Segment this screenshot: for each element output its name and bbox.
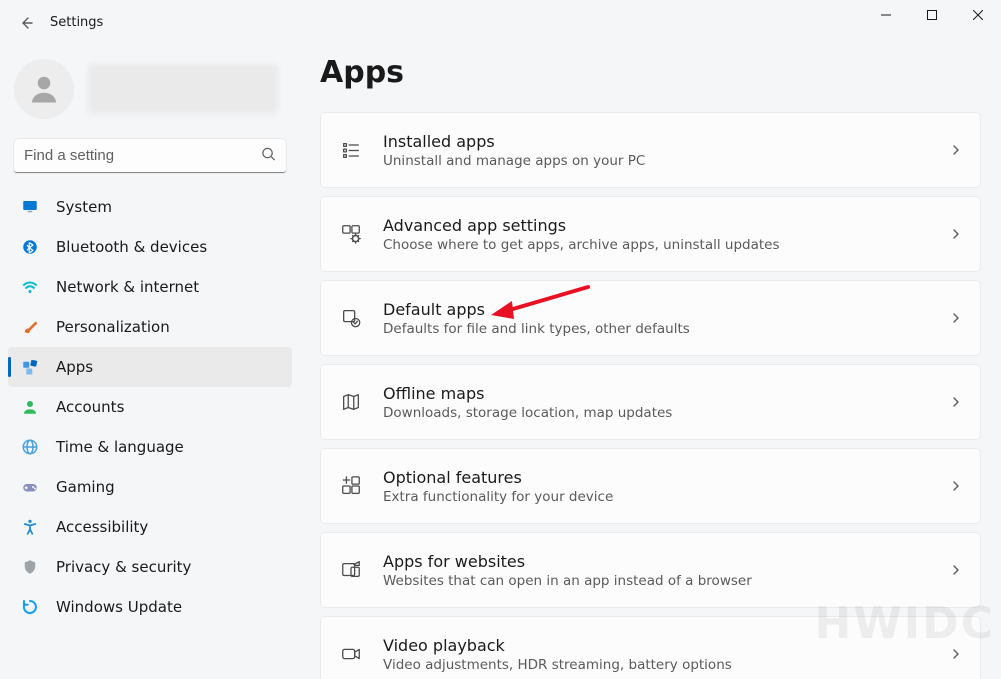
card-text: Video playback Video adjustments, HDR st… xyxy=(383,636,930,673)
sidebar: System Bluetooth & devices Network & int… xyxy=(0,45,300,679)
monitor-icon xyxy=(20,197,40,217)
card-title: Default apps xyxy=(383,300,930,319)
sidebar-item-gaming[interactable]: Gaming xyxy=(8,467,292,507)
card-title: Optional features xyxy=(383,468,930,487)
card-optional-features[interactable]: Optional features Extra functionality fo… xyxy=(320,448,981,524)
card-subtitle: Extra functionality for your device xyxy=(383,489,930,505)
chevron-right-icon xyxy=(950,561,962,580)
window-title: Settings xyxy=(50,15,103,30)
list-icon xyxy=(339,138,363,162)
back-arrow-icon xyxy=(18,15,34,31)
card-text: Optional features Extra functionality fo… xyxy=(383,468,930,505)
brush-icon xyxy=(20,317,40,337)
sidebar-item-label: Personalization xyxy=(56,318,170,336)
sidebar-item-label: Bluetooth & devices xyxy=(56,238,207,256)
back-button[interactable] xyxy=(10,7,42,39)
video-icon xyxy=(339,642,363,666)
app-web-icon xyxy=(339,558,363,582)
maximize-button[interactable] xyxy=(909,0,955,30)
sidebar-item-label: Apps xyxy=(56,358,93,376)
card-title: Offline maps xyxy=(383,384,930,403)
default-apps-icon xyxy=(339,306,363,330)
profile-block[interactable] xyxy=(8,53,292,139)
chevron-right-icon xyxy=(950,141,962,160)
card-title: Apps for websites xyxy=(383,552,930,571)
card-subtitle: Downloads, storage location, map updates xyxy=(383,405,930,421)
window-controls xyxy=(863,0,1001,30)
close-icon xyxy=(973,10,983,20)
chevron-right-icon xyxy=(950,393,962,412)
close-button[interactable] xyxy=(955,0,1001,30)
sidebar-item-time-language[interactable]: Time & language xyxy=(8,427,292,467)
plus-grid-icon xyxy=(339,474,363,498)
sidebar-item-apps[interactable]: Apps xyxy=(8,347,292,387)
sidebar-item-network-internet[interactable]: Network & internet xyxy=(8,267,292,307)
sidebar-item-bluetooth-devices[interactable]: Bluetooth & devices xyxy=(8,227,292,267)
minimize-icon xyxy=(881,10,891,20)
apps-icon xyxy=(20,357,40,377)
sidebar-item-accessibility[interactable]: Accessibility xyxy=(8,507,292,547)
maximize-icon xyxy=(927,10,937,20)
minimize-button[interactable] xyxy=(863,0,909,30)
chevron-right-icon xyxy=(950,225,962,244)
gamepad-icon xyxy=(20,477,40,497)
card-title: Installed apps xyxy=(383,132,930,151)
accessibility-icon xyxy=(20,517,40,537)
sidebar-item-accounts[interactable]: Accounts xyxy=(8,387,292,427)
bluetooth-icon xyxy=(20,237,40,257)
update-icon xyxy=(20,597,40,617)
profile-text-redacted xyxy=(88,64,278,114)
card-subtitle: Video adjustments, HDR streaming, batter… xyxy=(383,657,930,673)
search-icon xyxy=(261,147,276,166)
sidebar-item-label: Network & internet xyxy=(56,278,199,296)
card-offline-maps[interactable]: Offline maps Downloads, storage location… xyxy=(320,364,981,440)
card-subtitle: Websites that can open in an app instead… xyxy=(383,573,930,589)
chevron-right-icon xyxy=(950,477,962,496)
sidebar-item-label: System xyxy=(56,198,112,216)
card-title: Advanced app settings xyxy=(383,216,930,235)
avatar-placeholder-icon xyxy=(26,71,62,107)
globe-icon xyxy=(20,437,40,457)
card-title: Video playback xyxy=(383,636,930,655)
card-subtitle: Uninstall and manage apps on your PC xyxy=(383,153,930,169)
sidebar-item-system[interactable]: System xyxy=(8,187,292,227)
sidebar-item-label: Gaming xyxy=(56,478,115,496)
titlebar: Settings xyxy=(0,0,1001,45)
person-icon xyxy=(20,397,40,417)
sidebar-item-label: Accounts xyxy=(56,398,124,416)
card-installed-apps[interactable]: Installed apps Uninstall and manage apps… xyxy=(320,112,981,188)
shield-icon xyxy=(20,557,40,577)
settings-cards: Installed apps Uninstall and manage apps… xyxy=(320,112,981,679)
sidebar-item-label: Accessibility xyxy=(56,518,148,536)
nav-list: System Bluetooth & devices Network & int… xyxy=(8,187,292,627)
main-content: Apps Installed apps Uninstall and manage… xyxy=(300,45,1001,679)
sidebar-item-label: Windows Update xyxy=(56,598,182,616)
sidebar-item-label: Privacy & security xyxy=(56,558,191,576)
search-input[interactable] xyxy=(14,139,286,173)
card-text: Default apps Defaults for file and link … xyxy=(383,300,930,337)
card-text: Offline maps Downloads, storage location… xyxy=(383,384,930,421)
card-text: Apps for websites Websites that can open… xyxy=(383,552,930,589)
map-icon xyxy=(339,390,363,414)
page-title: Apps xyxy=(320,55,981,90)
card-text: Advanced app settings Choose where to ge… xyxy=(383,216,930,253)
avatar xyxy=(14,59,74,119)
chevron-right-icon xyxy=(950,645,962,664)
search-wrapper xyxy=(14,139,286,173)
card-apps-for-websites[interactable]: Apps for websites Websites that can open… xyxy=(320,532,981,608)
card-text: Installed apps Uninstall and manage apps… xyxy=(383,132,930,169)
sidebar-item-windows-update[interactable]: Windows Update xyxy=(8,587,292,627)
card-advanced-app-settings[interactable]: Advanced app settings Choose where to ge… xyxy=(320,196,981,272)
sidebar-item-personalization[interactable]: Personalization xyxy=(8,307,292,347)
card-subtitle: Choose where to get apps, archive apps, … xyxy=(383,237,930,253)
card-video-playback[interactable]: Video playback Video adjustments, HDR st… xyxy=(320,616,981,679)
gear-grid-icon xyxy=(339,222,363,246)
sidebar-item-privacy-security[interactable]: Privacy & security xyxy=(8,547,292,587)
chevron-right-icon xyxy=(950,309,962,328)
card-default-apps[interactable]: Default apps Defaults for file and link … xyxy=(320,280,981,356)
card-subtitle: Defaults for file and link types, other … xyxy=(383,321,930,337)
sidebar-item-label: Time & language xyxy=(56,438,184,456)
wifi-icon xyxy=(20,277,40,297)
